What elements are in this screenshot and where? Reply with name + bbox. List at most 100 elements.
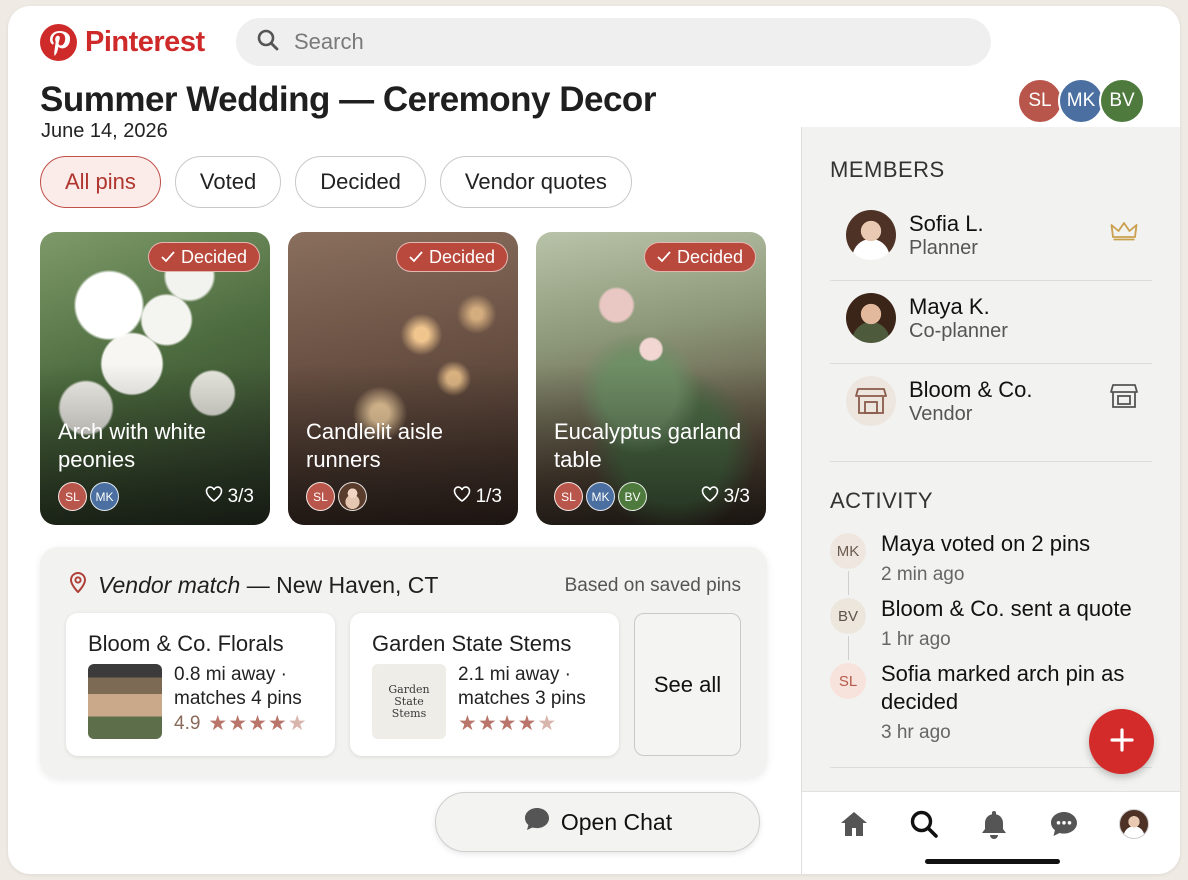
star-rating-icon: ★★★★★ xyxy=(208,712,308,735)
messages-icon[interactable] xyxy=(1046,806,1082,842)
activity-text: Bloom & Co. sent a quote xyxy=(881,596,1132,621)
bell-icon[interactable] xyxy=(976,806,1012,842)
pin-title: Candlelit aisle runners xyxy=(306,419,443,472)
crown-icon xyxy=(1110,221,1138,246)
activity-item[interactable]: MK Maya voted on 2 pins 2 min ago xyxy=(830,531,1160,595)
pin-grid: Decided Arch with white peonies SL MK 3/… xyxy=(40,232,766,525)
member-role: Planner xyxy=(909,237,978,259)
avatar xyxy=(846,293,896,343)
vote-label: 3/3 xyxy=(227,485,254,507)
badge-label: Decided xyxy=(428,246,495,267)
avatar-photo xyxy=(338,482,367,511)
avatar[interactable]: SL xyxy=(1017,78,1063,124)
avatar: MK xyxy=(586,482,615,511)
profile-avatar[interactable] xyxy=(1116,806,1152,842)
activity-heading: ACTIVITY xyxy=(830,488,934,513)
filter-all-pins[interactable]: All pins xyxy=(40,156,161,208)
vendor-distance: 2.1 mi away · xyxy=(458,664,571,685)
bottom-tab-bar xyxy=(802,791,1180,874)
home-icon[interactable] xyxy=(836,806,872,842)
vendor-matches: matches 4 pins xyxy=(174,688,302,709)
member-name: Bloom & Co. xyxy=(909,377,1033,402)
star-rating-icon: ★★★★★ xyxy=(458,712,558,735)
vendor-logo-text: Garden State Stems xyxy=(388,682,430,720)
see-all-vendors-button[interactable]: See all xyxy=(634,613,741,756)
check-icon xyxy=(409,247,423,268)
avatar[interactable]: BV xyxy=(1099,78,1145,124)
member-role: Co-planner xyxy=(909,320,1008,342)
vendor-details: 2.1 mi away · matches 3 pins ★★★★★ xyxy=(458,663,586,736)
decided-badge: Decided xyxy=(643,242,756,272)
vendor-rating: ★★★★★ xyxy=(458,712,586,736)
pin-title: Eucalyptus garland table xyxy=(554,419,742,472)
timeline-connector xyxy=(848,571,849,595)
members-heading: MEMBERS xyxy=(830,157,945,182)
filter-decided[interactable]: Decided xyxy=(295,156,426,208)
heart-icon xyxy=(453,485,471,508)
filter-vendor-quotes[interactable]: Vendor quotes xyxy=(439,156,632,208)
search-bar[interactable] xyxy=(236,18,991,66)
badge-label: Decided xyxy=(180,246,247,267)
avatar xyxy=(846,210,896,260)
vendor-match-note: Based on saved pins xyxy=(564,575,741,596)
member-name: Maya K. xyxy=(909,294,990,319)
pin-footer: SL 1/3 xyxy=(306,482,502,511)
avatar: SL xyxy=(306,482,335,511)
filter-voted[interactable]: Voted xyxy=(174,156,282,208)
vote-label: 3/3 xyxy=(723,485,750,507)
pin-card[interactable]: Decided Eucalyptus garland table SL MK B… xyxy=(536,232,766,525)
heart-icon xyxy=(205,485,223,508)
pin-card[interactable]: Decided Candlelit aisle runners SL 1/3 xyxy=(288,232,518,525)
search-input[interactable] xyxy=(294,29,894,55)
vote-label: 1/3 xyxy=(475,485,502,507)
pin-card[interactable]: Decided Arch with white peonies SL MK 3/… xyxy=(40,232,270,525)
voter-avatars: SL MK xyxy=(58,482,119,511)
activity-time: 1 hr ago xyxy=(881,629,951,650)
vendor-card[interactable]: Bloom & Co. Florals 0.8 mi away · matche… xyxy=(66,613,335,756)
avatar: SL xyxy=(830,663,866,699)
pin-footer: SL MK 3/3 xyxy=(58,482,254,511)
avatar: BV xyxy=(830,598,866,634)
location-pin-icon xyxy=(68,571,88,599)
avatar: SL xyxy=(58,482,87,511)
vote-count[interactable]: 1/3 xyxy=(453,486,502,508)
vote-count[interactable]: 3/3 xyxy=(701,486,750,508)
avatar: BV xyxy=(618,482,647,511)
member-row[interactable]: Sofia L. Planner xyxy=(830,199,1152,281)
board-date: June 14, 2026 xyxy=(41,120,168,142)
vendor-matches: matches 3 pins xyxy=(458,688,586,709)
avatar: MK xyxy=(830,533,866,569)
vendor-storefront-image xyxy=(88,664,162,739)
filter-chips: All pins Voted Decided Vendor quotes xyxy=(40,156,632,208)
pin-title: Arch with white peonies xyxy=(58,419,206,472)
member-row[interactable]: Maya K. Co-planner xyxy=(830,282,1152,364)
activity-item[interactable]: BV Bloom & Co. sent a quote 1 hr ago xyxy=(830,596,1160,660)
avatar: SL xyxy=(554,482,583,511)
pinterest-logo[interactable]: Pinterest xyxy=(40,24,205,61)
member-row[interactable]: Bloom & Co. Vendor xyxy=(830,365,1152,447)
activity-time: 3 hr ago xyxy=(881,722,951,743)
vote-count[interactable]: 3/3 xyxy=(205,486,254,508)
avatar[interactable]: MK xyxy=(1058,78,1104,124)
vendor-name: Garden State Stems xyxy=(372,631,572,656)
vendor-card[interactable]: Garden State Stems Garden State Stems 2.… xyxy=(350,613,619,756)
vendor-match-header: Vendor match — New Haven, CT xyxy=(68,571,438,599)
activity-text: Sofia marked arch pin as decided xyxy=(881,661,1125,714)
board-title: Summer Wedding — Ceremony Decor xyxy=(40,80,656,119)
store-icon xyxy=(1110,382,1138,415)
activity-text: Maya voted on 2 pins xyxy=(881,531,1091,556)
vendor-logo: Garden State Stems xyxy=(372,664,446,739)
add-pin-button[interactable] xyxy=(1089,709,1154,774)
badge-label: Decided xyxy=(676,246,743,267)
open-chat-button[interactable]: Open Chat xyxy=(435,792,760,852)
vendor-location: — New Haven, CT xyxy=(246,571,439,598)
section-divider xyxy=(830,461,1152,462)
brand-name: Pinterest xyxy=(85,26,205,58)
voter-avatars: SL xyxy=(306,482,367,511)
search-icon[interactable] xyxy=(906,806,942,842)
voter-avatars: SL MK BV xyxy=(554,482,647,511)
rating-value: 4.9 xyxy=(174,713,201,734)
home-indicator xyxy=(925,859,1060,864)
collaborator-avatars[interactable]: SL MK BV xyxy=(1017,78,1145,124)
check-icon xyxy=(657,247,671,268)
